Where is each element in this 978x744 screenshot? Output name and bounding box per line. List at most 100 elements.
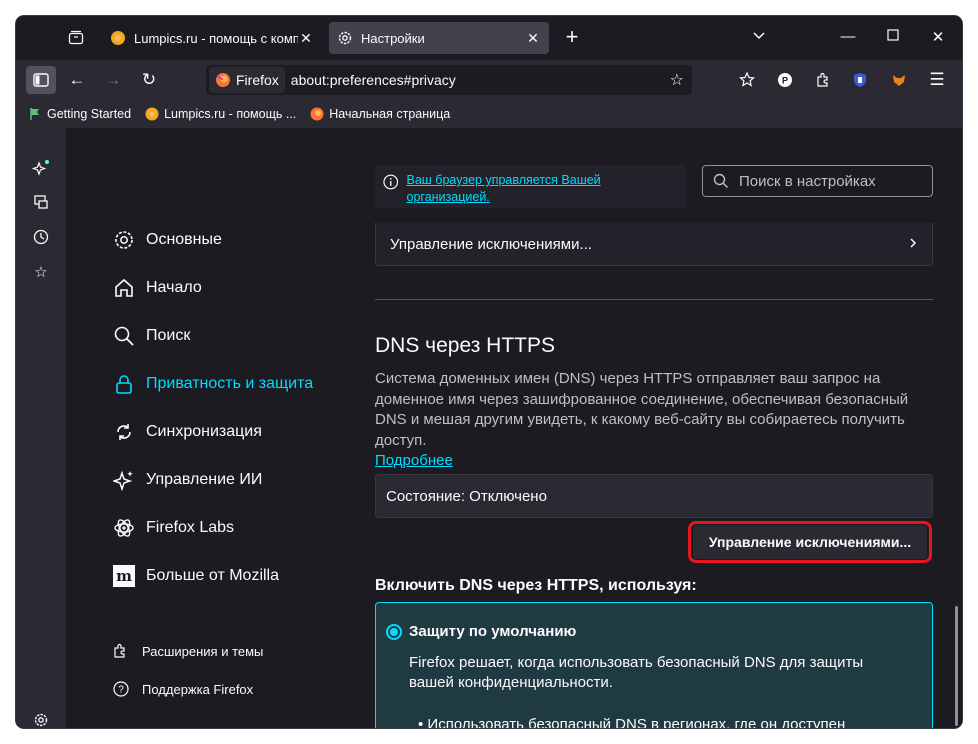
bookmark-getting-started[interactable]: Getting Started (28, 107, 131, 121)
save-to-pocket-icon[interactable] (732, 66, 762, 94)
navigation-toolbar: ← → ↻ Firefox about:preferences#privacy … (16, 60, 962, 100)
close-window-icon[interactable]: ✕ (926, 28, 950, 46)
identity-label: Firefox (236, 72, 279, 88)
category-label: Основные (146, 231, 222, 248)
category-privacy[interactable]: Приватность и защита (112, 372, 313, 396)
section-divider (375, 299, 933, 300)
getting-started-icon (30, 108, 39, 120)
url-bar[interactable]: Firefox about:preferences#privacy ☆ (206, 65, 692, 95)
option-default-protection[interactable]: Защиту по умолчанию Firefox решает, когд… (375, 602, 933, 728)
category-general[interactable]: Основные (112, 228, 222, 252)
fox-extension-icon[interactable] (884, 66, 914, 94)
tab-lumpics[interactable]: Lumpics.ru - помощь с компью ✕ (102, 22, 322, 54)
close-icon[interactable]: ✕ (525, 30, 541, 47)
svg-text:m: m (116, 567, 132, 585)
option-label: Защиту по умолчанию (409, 623, 577, 640)
identity-box[interactable]: Firefox (209, 67, 285, 93)
sidebar-toggle-icon[interactable] (26, 66, 56, 94)
minimize-icon[interactable]: — (836, 28, 860, 45)
ai-chatbot-icon[interactable] (31, 158, 51, 178)
link-label: Расширения и темы (142, 643, 264, 659)
sync-icon (112, 420, 136, 444)
bookmarks-toolbar: Getting Started Lumpics.ru - помощь ... … (16, 100, 962, 128)
customize-sidebar-gear-icon[interactable] (31, 710, 51, 728)
manage-exceptions-row[interactable]: Управление исключениями... (375, 223, 933, 266)
category-label: Синхронизация (146, 423, 262, 440)
tab-strip: Lumpics.ru - помощь с компью ✕ Настройки… (16, 16, 962, 60)
forward-icon[interactable]: → (98, 66, 128, 94)
home-icon (112, 276, 136, 300)
chevron-down-icon[interactable] (752, 28, 766, 45)
bookmark-label: Lumpics.ru - помощь ... (164, 107, 297, 121)
category-home[interactable]: Начало (112, 276, 202, 300)
scrollbar-thumb[interactable] (955, 606, 958, 726)
tab-settings[interactable]: Настройки ✕ (329, 22, 549, 54)
gear-icon (338, 31, 352, 45)
browser-window: Lumpics.ru - помощь с компью ✕ Настройки… (16, 16, 962, 728)
account-icon[interactable]: P (770, 66, 800, 94)
info-icon (383, 174, 399, 190)
category-label: Приватность и защита (146, 375, 314, 392)
manage-exceptions-button[interactable]: Управление исключениями... (693, 525, 927, 559)
dns-heading: DNS через HTTPS (375, 334, 555, 357)
bookmark-start-page[interactable]: Начальная страница (310, 107, 450, 121)
gear-icon (112, 228, 136, 252)
bookmark-label: Getting Started (47, 107, 132, 121)
learn-more-link[interactable]: Подробнее (375, 452, 453, 469)
search-input[interactable]: Поиск в настройках (702, 165, 933, 197)
category-label: Больше от Mozilla (146, 567, 280, 584)
dns-status-text: Состояние: Отключено (386, 487, 547, 505)
bookmarks-star-icon[interactable]: ☆ (31, 262, 51, 282)
category-label: Начало (146, 279, 202, 296)
category-sync[interactable]: Синхронизация (112, 420, 262, 444)
new-tab-button[interactable]: + (560, 26, 584, 50)
preferences-content: Основные Начало Поиск Приватность и защи… (66, 128, 962, 728)
back-icon[interactable]: ← (62, 66, 92, 94)
search-icon (713, 173, 729, 189)
atom-icon (112, 516, 136, 540)
synced-tabs-icon[interactable] (31, 192, 51, 212)
bookmark-star-icon[interactable]: ☆ (670, 70, 684, 90)
category-more-mozilla[interactable]: m Больше от Mozilla (112, 564, 279, 588)
enable-dns-heading: Включить DNS через HTTPS, используя: (375, 577, 697, 594)
extensions-icon[interactable] (808, 66, 838, 94)
firefox-view-icon[interactable] (64, 26, 88, 50)
lumpics-orange-icon (145, 107, 159, 121)
bookmark-lumpics[interactable]: Lumpics.ru - помощь ... (145, 107, 296, 121)
bookmark-label: Начальная страница (329, 107, 451, 121)
history-icon[interactable] (31, 227, 51, 247)
policy-link[interactable]: Ваш браузер управляется Вашей организаци… (407, 172, 679, 206)
url-text: about:preferences#privacy (290, 72, 456, 88)
chevron-right-icon (908, 236, 918, 253)
shield-extension-icon[interactable] (845, 66, 875, 94)
dns-status: Состояние: Отключено (375, 474, 933, 518)
category-label: Управление ИИ (146, 471, 263, 488)
category-ai[interactable]: Управление ИИ (112, 468, 262, 492)
firefox-icon (216, 73, 230, 87)
category-label: Поиск (146, 327, 191, 344)
close-icon[interactable]: ✕ (298, 30, 314, 47)
category-search[interactable]: Поиск (112, 324, 190, 348)
tab-title: Настройки (361, 30, 425, 46)
category-label: Firefox Labs (146, 519, 235, 536)
dns-description: Система доменных имен (DNS) через HTTPS … (375, 370, 909, 449)
mozilla-icon: m (112, 564, 136, 588)
menu-icon[interactable]: ☰ (922, 66, 952, 94)
maximize-icon[interactable] (881, 28, 905, 45)
link-label: Поддержка Firefox (142, 681, 254, 697)
link-firefox-support[interactable]: ? Поддержка Firefox (112, 680, 253, 698)
puzzle-icon (112, 642, 130, 660)
search-placeholder: Поиск в настройках (739, 172, 876, 190)
default-protection-radio[interactable] (386, 624, 402, 640)
search-icon (112, 324, 136, 348)
lock-icon (112, 372, 136, 396)
sidebar-launcher: ☆ (16, 128, 66, 728)
tab-title: Lumpics.ru - помощь с компью (134, 30, 298, 46)
svg-text:?: ? (118, 685, 124, 696)
reload-icon[interactable]: ↻ (134, 66, 164, 94)
category-labs[interactable]: Firefox Labs (112, 516, 234, 540)
option-bullet-text: Использовать безопасный DNS в регионах, … (427, 716, 846, 728)
manage-exceptions-label: Управление исключениями... (390, 235, 592, 253)
option-description: Firefox решает, когда использовать безоп… (409, 654, 864, 691)
link-addons-themes[interactable]: Расширения и темы (112, 642, 263, 660)
